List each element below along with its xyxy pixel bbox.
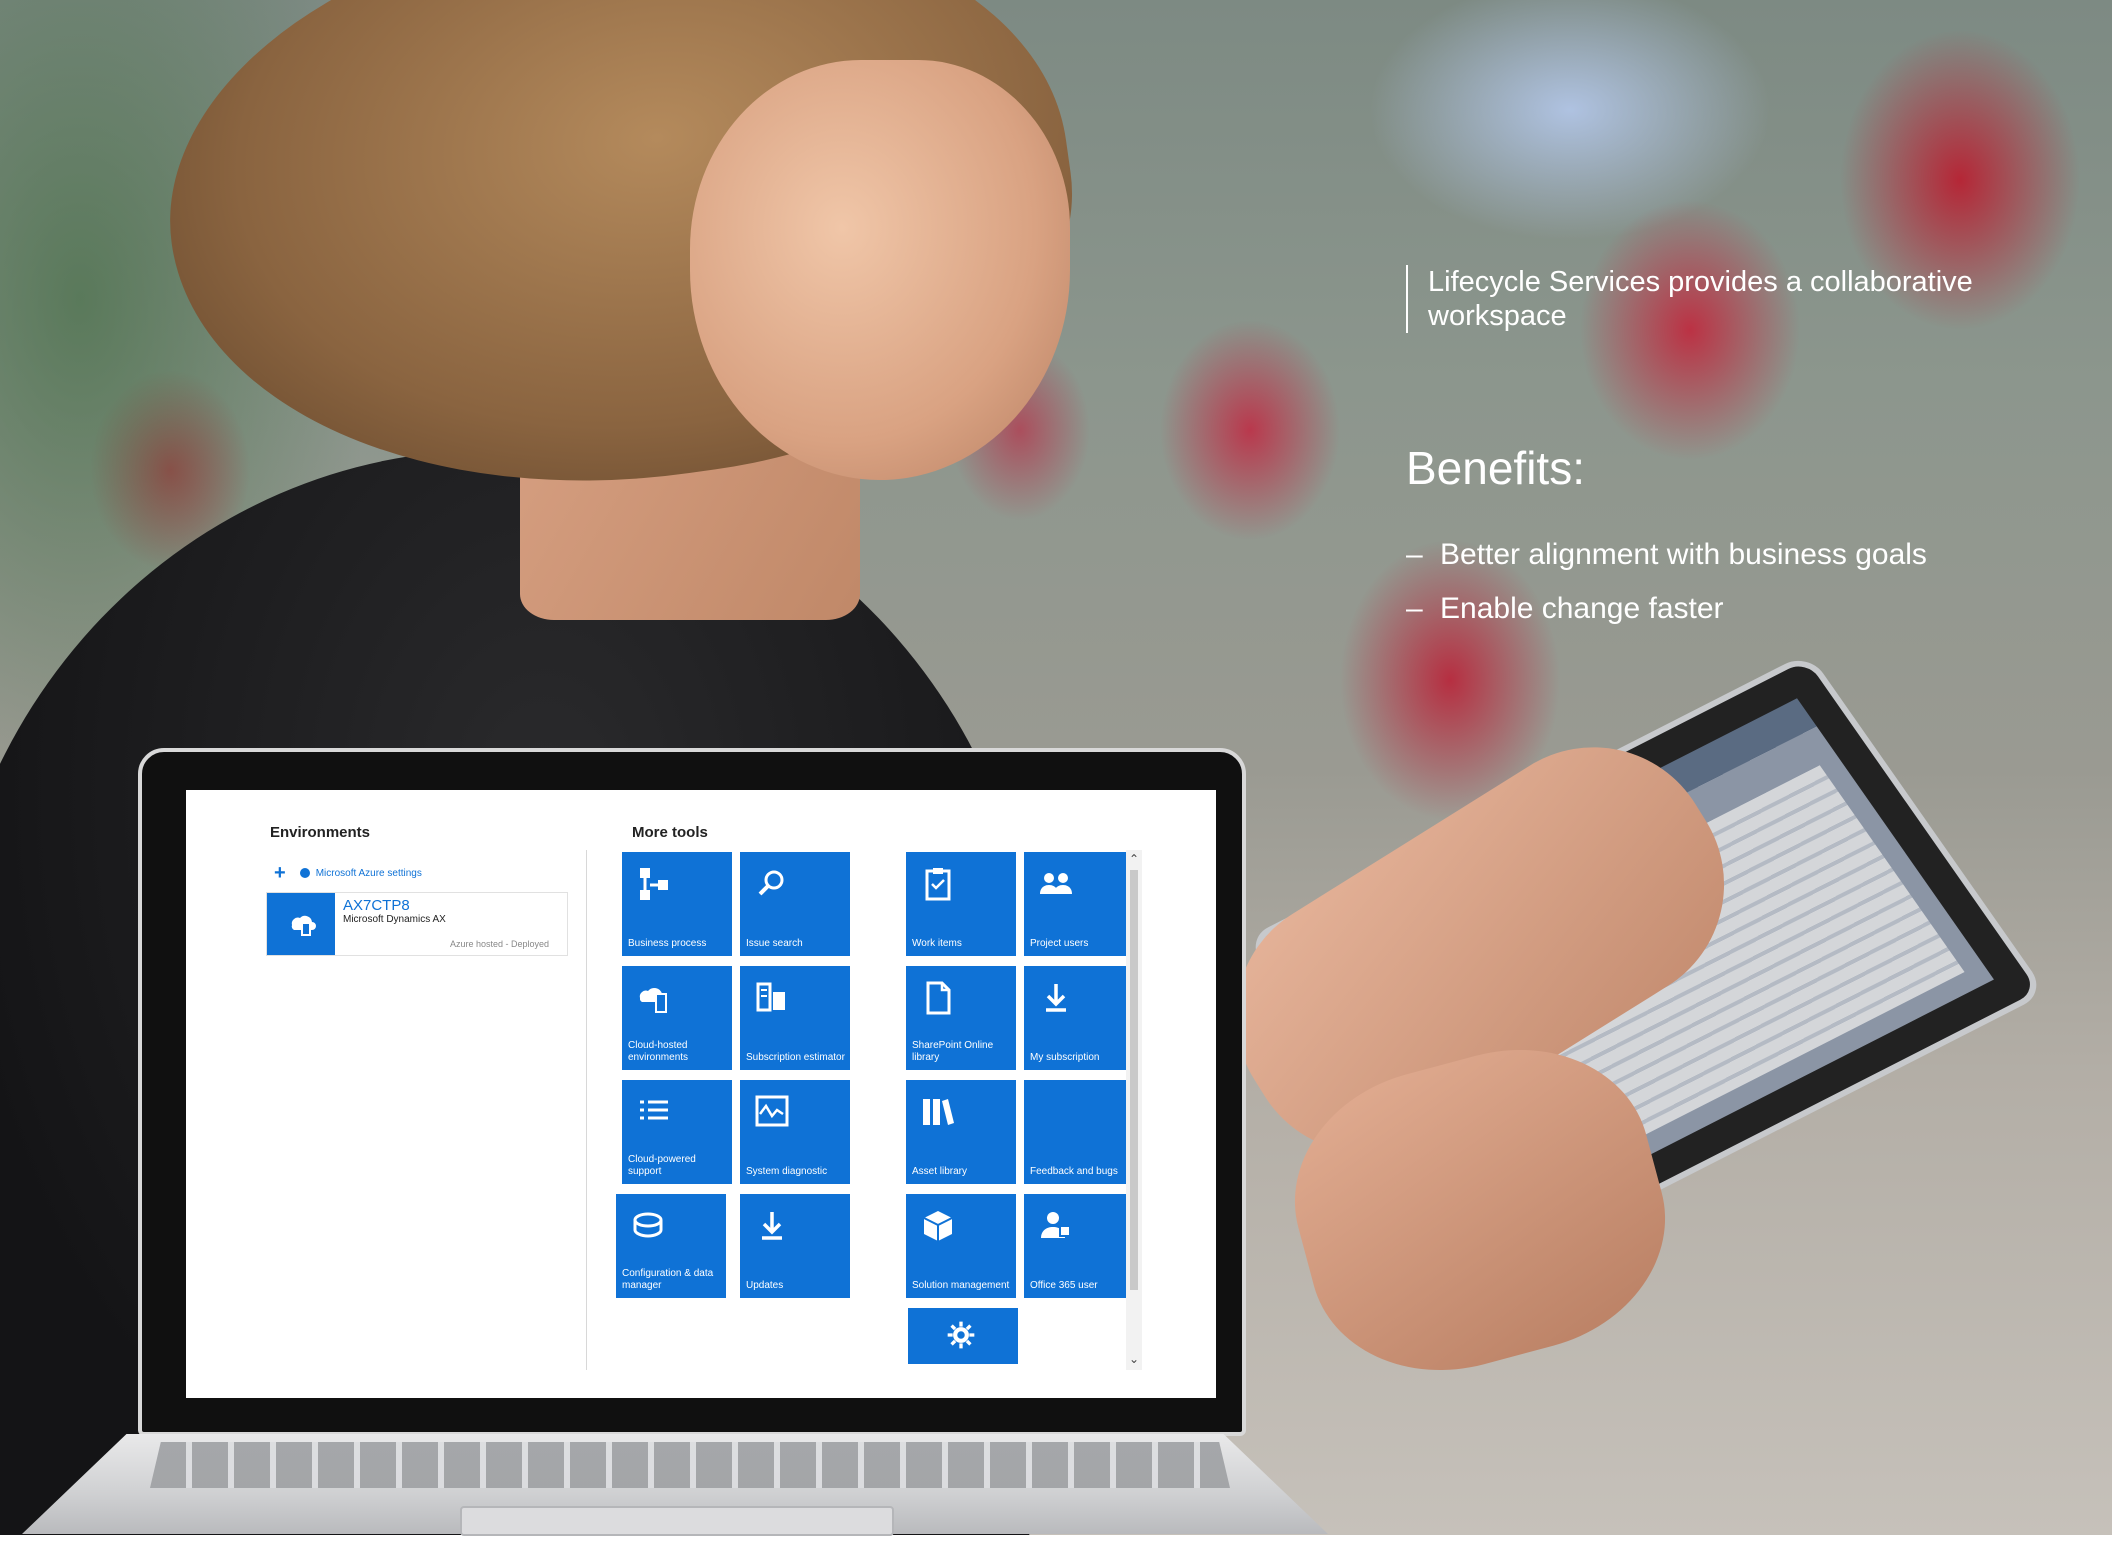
tile-label: Issue search xyxy=(746,938,803,949)
tile-label: Cloud-powered support xyxy=(628,1154,696,1177)
estimator-icon xyxy=(756,982,785,1012)
laptop-keyboard xyxy=(150,1442,1230,1488)
tile-label: System diagnostic xyxy=(746,1166,828,1177)
books-icon xyxy=(923,1099,954,1125)
tile-cloud-powered-support[interactable]: Cloud-powered support xyxy=(622,1080,732,1184)
environment-details: AX7CTP8 Microsoft Dynamics AX Azure host… xyxy=(335,893,567,955)
tile-my-subscription[interactable]: My subscription xyxy=(1024,966,1134,1070)
business-process-icon xyxy=(640,868,668,900)
caption-text: Lifecycle Services provides a collaborat… xyxy=(1406,265,2068,333)
environments-title: Environments xyxy=(270,824,371,841)
tile-label: Configuration & data manager xyxy=(622,1268,714,1291)
tile-label: Project users xyxy=(1030,938,1089,949)
tile-office-365-user[interactable]: Office 365 user xyxy=(1024,1194,1134,1298)
tile-asset-library[interactable]: Asset library xyxy=(906,1080,1016,1184)
tile-configuration-data-manager[interactable]: Configuration & data manager xyxy=(616,1194,726,1298)
tile-label: Office 365 user xyxy=(1030,1280,1098,1291)
tile-updates[interactable]: Updates xyxy=(740,1194,850,1298)
tile-project-users[interactable]: Project users xyxy=(1024,852,1134,956)
clipboard-icon xyxy=(925,868,951,901)
box-icon xyxy=(923,1211,953,1241)
tile-label: Asset library xyxy=(912,1166,968,1177)
tile-feedback-and-bugs[interactable]: Feedback and bugs xyxy=(1024,1080,1134,1184)
gear-icon xyxy=(947,1321,975,1349)
azure-settings-link[interactable]: Microsoft Azure settings xyxy=(299,867,422,879)
user-icon xyxy=(1041,1212,1071,1238)
environment-product: Microsoft Dynamics AX xyxy=(343,914,446,925)
woman-face xyxy=(690,60,1070,480)
environment-status: Azure hosted - Deployed xyxy=(449,939,549,949)
benefit-item: – Enable change faster xyxy=(1406,582,1927,636)
tile-issue-search[interactable]: Issue search xyxy=(740,852,850,956)
tile-label: SharePoint Online library xyxy=(912,1040,994,1063)
config-icon xyxy=(633,1212,663,1238)
benefit-text: Enable change faster xyxy=(1440,592,1724,625)
benefits-list: – Better alignment with business goals – E… xyxy=(1406,528,1927,636)
environment-actions: + Microsoft Azure settings xyxy=(274,863,422,883)
tile-label: Work items xyxy=(912,938,962,949)
tile-label: Solution management xyxy=(912,1280,1010,1291)
more-tools-title: More tools xyxy=(632,824,708,841)
add-environment-icon[interactable]: + xyxy=(274,863,286,883)
tile-label: Updates xyxy=(746,1280,784,1291)
tile-label: Business process xyxy=(628,938,707,949)
panel-divider xyxy=(586,850,587,1370)
tile-settings[interactable] xyxy=(908,1308,1018,1364)
tile-business-process[interactable]: Business process xyxy=(622,852,732,956)
search-icon xyxy=(758,870,784,896)
benefit-text: Better alignment with business goals xyxy=(1440,538,1927,571)
tile-work-items[interactable]: Work items xyxy=(906,852,1016,956)
users-icon xyxy=(1040,873,1072,894)
tile-label: My subscription xyxy=(1030,1052,1100,1063)
tile-label: Feedback and bugs xyxy=(1030,1166,1118,1177)
tools-scrollbar[interactable]: ⌃ ⌄ xyxy=(1126,850,1142,1370)
diagnostic-icon xyxy=(755,1095,789,1127)
benefit-item: – Better alignment with business goals xyxy=(1406,528,1927,582)
tile-cloud-hosted-environments[interactable]: Cloud-hosted environments xyxy=(622,966,732,1070)
environment-card[interactable]: AX7CTP8 Microsoft Dynamics AX Azure host… xyxy=(266,892,568,956)
laptop-trackpad xyxy=(460,1506,894,1536)
cloud-server-icon xyxy=(639,987,667,1013)
scroll-up-icon[interactable]: ⌃ xyxy=(1126,852,1142,866)
lcs-screen: Environments + Microsoft Azure settings … xyxy=(186,790,1216,1398)
cloud-environment-icon xyxy=(267,893,335,955)
tile-subscription-estimator[interactable]: Subscription estimator xyxy=(740,966,850,1070)
list-icon xyxy=(640,1100,668,1120)
environment-name: AX7CTP8 xyxy=(343,897,410,914)
tile-system-diagnostic[interactable]: System diagnostic xyxy=(740,1080,850,1184)
document-icon xyxy=(926,981,951,1015)
download-icon xyxy=(762,1212,782,1240)
tile-solution-management[interactable]: Solution management xyxy=(906,1194,1016,1298)
benefits-title: Benefits: xyxy=(1406,442,1585,494)
tile-label: Cloud-hosted environments xyxy=(628,1040,689,1063)
azure-settings-label: Microsoft Azure settings xyxy=(315,867,422,879)
scroll-thumb[interactable] xyxy=(1130,870,1138,1290)
azure-icon xyxy=(299,868,310,878)
tile-sharepoint-online-library[interactable]: SharePoint Online library xyxy=(906,966,1016,1070)
scroll-down-icon[interactable]: ⌄ xyxy=(1126,1352,1142,1366)
download-icon xyxy=(1046,984,1066,1012)
tile-label: Subscription estimator xyxy=(746,1052,845,1063)
